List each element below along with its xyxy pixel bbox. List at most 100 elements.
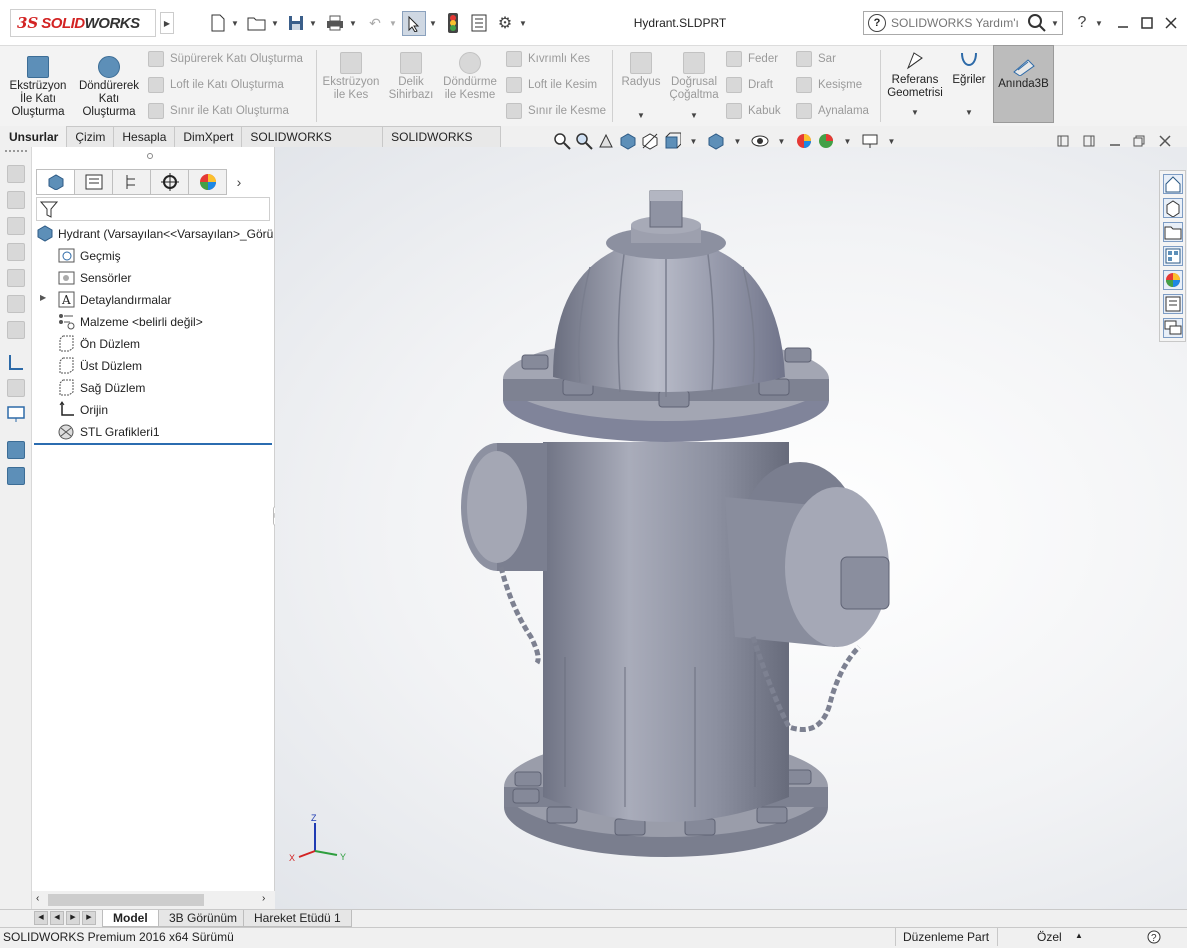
display-style-icon[interactable] (706, 132, 725, 151)
lofted-cut-button[interactable]: Loft ile Kesim (506, 77, 597, 93)
tree-item-origin[interactable]: Orijin (58, 401, 108, 418)
print-dropdown-icon[interactable]: ▼ (348, 12, 358, 34)
tab-propertymanager-icon[interactable] (74, 169, 113, 195)
help-dropdown-icon[interactable]: ▼ (1094, 12, 1104, 34)
tree-horizontal-scrollbar[interactable]: ‹ › (32, 891, 275, 909)
curves-dropdown-icon[interactable]: ▼ (948, 106, 990, 119)
tab-motion-study[interactable]: Hareket Etüdü 1 (243, 910, 352, 927)
hydrant-model[interactable] (275, 147, 1187, 909)
help-icon[interactable]: ? (1074, 12, 1090, 34)
file-explorer-icon[interactable] (1163, 222, 1183, 242)
scroll-left-icon[interactable]: ‹ (36, 893, 39, 904)
appearances-scenes-icon[interactable] (1163, 270, 1183, 290)
undo-icon[interactable]: ↶ (364, 12, 386, 34)
apply-scene-dropdown-icon[interactable]: ▼ (838, 132, 857, 151)
tree-item-annotations[interactable]: A Detaylandırmalar (58, 291, 171, 308)
extrude-cut-button[interactable]: Ekstrüzyon ile Kes (320, 52, 382, 102)
tree-item-history[interactable]: Geçmiş (58, 247, 121, 264)
strip-loft-icon[interactable] (7, 243, 25, 261)
select-arrow-icon[interactable] (402, 11, 426, 36)
extrude-boss-button[interactable]: Ekstrüzyon İle Katı Oluşturma (6, 56, 70, 119)
solidworks-resources-home-icon[interactable] (1163, 174, 1183, 194)
tab-evaluate[interactable]: Hesapla (113, 126, 176, 147)
first-tab-icon[interactable]: ◀ (34, 911, 48, 925)
rib-button[interactable]: Feder (726, 51, 778, 67)
scroll-thumb[interactable] (48, 894, 204, 906)
reference-geometry-button[interactable]: Referans Geometrisi ▼ (884, 50, 946, 119)
doc-tile-left-icon[interactable] (1054, 132, 1072, 150)
minimize-icon[interactable] (1112, 12, 1134, 34)
draft-button[interactable]: Draft (726, 77, 773, 93)
doc-restore-icon[interactable] (1130, 132, 1148, 150)
solidworks-logo[interactable]: 3S SOLIDWORKS (10, 9, 156, 37)
boundary-cut-button[interactable]: Sınır ile Kesme (506, 103, 606, 119)
ref-geometry-dropdown-icon[interactable]: ▼ (884, 106, 946, 119)
search-icon[interactable] (1027, 13, 1047, 33)
edit-appearance-icon[interactable] (794, 132, 813, 151)
strip-boundary-icon[interactable] (7, 269, 25, 287)
strip-sweep-icon[interactable] (7, 217, 25, 235)
grip-handle[interactable] (5, 150, 27, 153)
pattern-dropdown-icon[interactable]: ▼ (666, 109, 722, 122)
strip-smart-dimension-icon[interactable] (7, 379, 25, 397)
tab-3d-views[interactable]: 3B Görünüm (158, 910, 249, 927)
expand-annotations-icon[interactable]: ▶ (40, 293, 46, 302)
unit-system-label[interactable]: Özel (1037, 930, 1062, 944)
rebuild-traffic-light-icon[interactable] (443, 12, 463, 34)
tree-filter-field[interactable] (36, 197, 270, 221)
view-settings-icon[interactable] (860, 132, 879, 151)
options-dropdown-icon[interactable]: ▼ (518, 12, 528, 34)
view-orientation-icon[interactable] (662, 132, 681, 151)
doc-tile-right-icon[interactable] (1080, 132, 1098, 150)
save-dropdown-icon[interactable]: ▼ (308, 12, 318, 34)
mirror-button[interactable]: Aynalama (796, 103, 869, 119)
swept-boss-button[interactable]: Süpürerek Katı Oluşturma (148, 51, 303, 67)
tree-item-material[interactable]: Malzeme <belirli değil> (58, 313, 203, 330)
hide-show-items-icon[interactable] (750, 132, 769, 151)
revolve-cut-button[interactable]: Döndürme ile Kesme (440, 52, 500, 102)
tab-features[interactable]: Unsurlar (0, 126, 68, 147)
display-style-dropdown-icon[interactable]: ▼ (728, 132, 747, 151)
zoom-to-fit-icon[interactable] (552, 132, 571, 151)
tab-featuremanager-icon[interactable] (36, 169, 75, 195)
wrap-button[interactable]: Sar (796, 51, 836, 67)
undo-dropdown-icon[interactable]: ▼ (388, 12, 398, 34)
apply-scene-icon[interactable] (816, 132, 835, 151)
maximize-icon[interactable] (1136, 12, 1158, 34)
tree-root-part[interactable]: Hydrant (Varsayılan<<Varsayılan>_Görü (36, 225, 273, 242)
tree-item-stl-graphics[interactable]: STL Grafikleri1 (58, 423, 160, 440)
strip-hole-icon[interactable] (7, 321, 25, 339)
strip-revolve-icon[interactable] (7, 191, 25, 209)
swept-cut-button[interactable]: Kıvrımlı Kes (506, 51, 590, 67)
scroll-right-icon[interactable]: › (262, 893, 265, 904)
design-library-icon[interactable] (1163, 198, 1183, 218)
graphics-area[interactable]: Z X Y (275, 147, 1187, 909)
zoom-to-area-icon[interactable] (574, 132, 593, 151)
tabs-scroll-right-icon[interactable]: › (226, 169, 252, 195)
quick-tips-icon[interactable]: ? (1146, 929, 1162, 945)
select-dropdown-icon[interactable]: ▼ (428, 12, 438, 34)
help-search-box[interactable]: ? ▼ (863, 11, 1063, 35)
print-icon[interactable] (324, 12, 346, 34)
panel-pin-icon[interactable] (147, 153, 153, 159)
dynamic-annotation-icon[interactable] (640, 132, 659, 151)
rollback-bar[interactable] (34, 443, 272, 445)
strip-part-icon[interactable] (7, 441, 25, 459)
close-icon[interactable] (1160, 12, 1182, 34)
previous-view-icon[interactable] (596, 132, 615, 151)
tab-displaymanager-icon[interactable] (188, 169, 227, 195)
curves-button[interactable]: Eğriler ▼ (948, 50, 990, 119)
strip-display-icon[interactable] (7, 405, 25, 423)
next-tab-icon[interactable]: ▶ (66, 911, 80, 925)
linear-pattern-button[interactable]: Doğrusal Çoğaltma ▼ (666, 52, 722, 122)
tree-item-front-plane[interactable]: Ön Düzlem (58, 335, 140, 352)
revolve-boss-button[interactable]: Döndürerek Katı Oluşturma (74, 56, 144, 119)
strip-cut-icon[interactable] (7, 295, 25, 313)
open-folder-icon[interactable] (246, 12, 268, 34)
tab-sketch[interactable]: Çizim (66, 126, 115, 147)
tree-item-right-plane[interactable]: Sağ Düzlem (58, 379, 145, 396)
tab-addins[interactable]: SOLIDWORKS Eklentileri (241, 126, 384, 164)
tree-item-sensors[interactable]: Sensörler (58, 269, 131, 286)
tab-model[interactable]: Model (102, 910, 159, 927)
doc-minimize-icon[interactable] (1106, 132, 1124, 150)
